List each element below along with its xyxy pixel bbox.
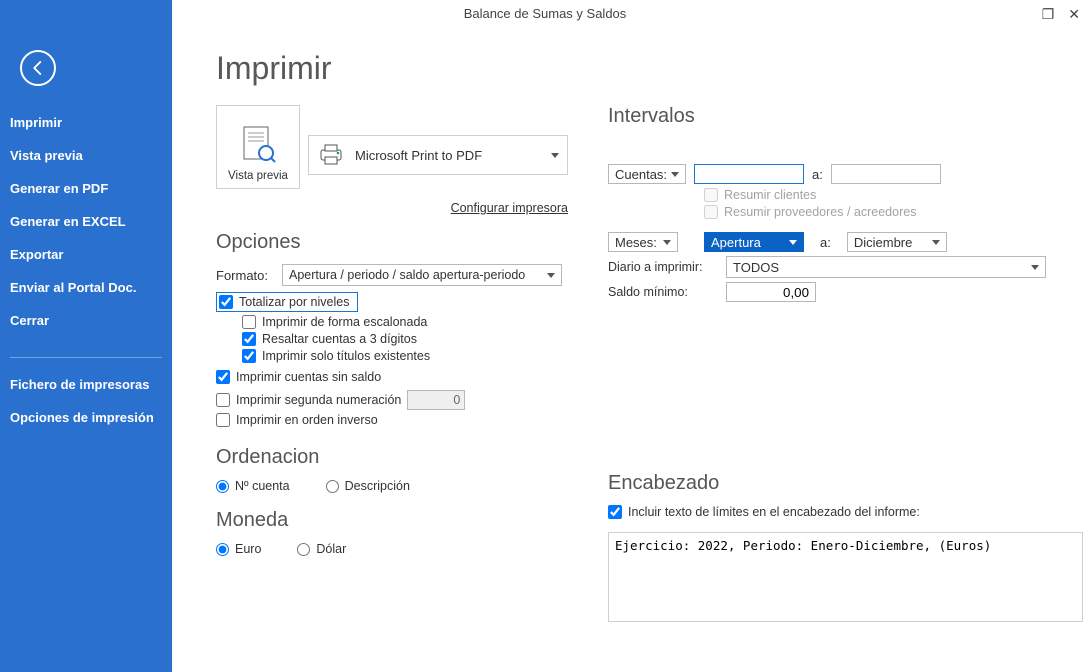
sidebar-item[interactable]: Enviar al Portal Doc. (0, 271, 172, 304)
mes-hasta-select[interactable]: Diciembre (847, 232, 947, 252)
meses-label: Meses: (615, 235, 657, 250)
print-preview-button[interactable]: Vista previa (216, 105, 300, 189)
meses-combo[interactable]: Meses: (608, 232, 678, 252)
arrow-left-icon (29, 59, 47, 77)
moneda-dolar-radio[interactable]: Dólar (297, 542, 346, 556)
sidebar-item[interactable]: Imprimir (0, 106, 172, 139)
sidebar-item[interactable]: Cerrar (0, 304, 172, 337)
chevron-down-icon (671, 172, 679, 177)
configure-printer-link[interactable]: Configurar impresora (216, 201, 568, 215)
a-label: a: (812, 167, 823, 182)
encabezado-textarea[interactable] (608, 532, 1083, 622)
page-preview-icon (240, 122, 276, 170)
formato-select[interactable]: Apertura / periodo / saldo apertura-peri… (282, 264, 562, 286)
section-moneda: Moneda (216, 509, 568, 532)
moneda-opt1-label: Euro (235, 542, 261, 556)
sidebar-item[interactable]: Vista previa (0, 139, 172, 172)
cuentas-combo[interactable]: Cuentas: (608, 164, 686, 184)
chevron-down-icon (789, 240, 797, 245)
sin-saldo-label: Imprimir cuentas sin saldo (236, 370, 381, 384)
totalizar-highlight: Totalizar por niveles (216, 292, 358, 312)
back-button[interactable] (20, 50, 56, 86)
a-label-2: a: (820, 235, 831, 250)
resumir-prov-label: Resumir proveedores / acreedores (724, 205, 916, 219)
totalizar-label: Totalizar por niveles (239, 295, 349, 309)
section-encabezado: Encabezado (608, 472, 1083, 495)
ord-opt1-label: Nº cuenta (235, 479, 290, 493)
diario-value: TODOS (733, 260, 779, 275)
preview-label: Vista previa (228, 170, 288, 182)
sidebar-item[interactable]: Exportar (0, 238, 172, 271)
escalonada-label: Imprimir de forma escalonada (262, 315, 427, 329)
chevron-down-icon (551, 153, 559, 158)
chevron-down-icon (932, 240, 940, 245)
segunda-num-checkbox[interactable]: Imprimir segunda numeración (216, 393, 401, 407)
sidebar-item[interactable]: Generar en EXCEL (0, 205, 172, 238)
sidebar-item[interactable]: Generar en PDF (0, 172, 172, 205)
saldo-min-input[interactable] (726, 282, 816, 302)
formato-label: Formato: (216, 268, 276, 283)
segunda-num-input[interactable] (407, 390, 465, 410)
diario-label: Diario a imprimir: (608, 260, 718, 274)
solo-titulos-checkbox[interactable]: Imprimir solo títulos existentes (242, 349, 430, 363)
ordenacion-cuenta-radio[interactable]: Nº cuenta (216, 479, 290, 493)
resaltar3-label: Resaltar cuentas a 3 dígitos (262, 332, 417, 346)
incluir-limites-label: Incluir texto de límites en el encabezad… (628, 505, 920, 519)
resumir-prov-checkbox: Resumir proveedores / acreedores (704, 205, 916, 219)
resaltar3-checkbox[interactable]: Resaltar cuentas a 3 dígitos (242, 332, 417, 346)
chevron-down-icon (547, 273, 555, 278)
resumir-clientes-checkbox: Resumir clientes (704, 188, 816, 202)
printer-icon (317, 144, 345, 166)
sidebar-separator (10, 357, 162, 358)
orden-inverso-checkbox[interactable]: Imprimir en orden inverso (216, 413, 378, 427)
section-ordenacion: Ordenacion (216, 446, 568, 469)
resumir-clientes-label: Resumir clientes (724, 188, 816, 202)
totalizar-checkbox[interactable]: Totalizar por niveles (219, 295, 349, 309)
saldo-min-label: Saldo mínimo: (608, 285, 718, 299)
mes-desde-value: Apertura (711, 235, 761, 250)
mes-desde-select[interactable]: Apertura (704, 232, 804, 252)
chevron-down-icon (1031, 265, 1039, 270)
section-opciones: Opciones (216, 231, 568, 254)
orden-inverso-label: Imprimir en orden inverso (236, 413, 378, 427)
sidebar-footer-item[interactable]: Fichero de impresoras (0, 368, 172, 401)
page-title: Imprimir (216, 50, 1070, 87)
cuentas-desde-input[interactable] (694, 164, 804, 184)
sin-saldo-checkbox[interactable]: Imprimir cuentas sin saldo (216, 370, 381, 384)
ordenacion-descripcion-radio[interactable]: Descripción (326, 479, 410, 493)
ord-opt2-label: Descripción (345, 479, 410, 493)
cuentas-hasta-input[interactable] (831, 164, 941, 184)
printer-selector[interactable]: Microsoft Print to PDF (308, 135, 568, 175)
moneda-opt2-label: Dólar (316, 542, 346, 556)
mes-hasta-value: Diciembre (854, 235, 913, 250)
sidebar: Imprimir Vista previa Generar en PDF Gen… (0, 0, 172, 672)
cuentas-label: Cuentas: (615, 167, 667, 182)
printer-name: Microsoft Print to PDF (355, 148, 482, 163)
formato-value: Apertura / periodo / saldo apertura-peri… (289, 268, 525, 282)
sidebar-footer-item[interactable]: Opciones de impresión (0, 401, 172, 434)
escalonada-checkbox[interactable]: Imprimir de forma escalonada (242, 315, 427, 329)
solo-titulos-label: Imprimir solo títulos existentes (262, 349, 430, 363)
segunda-num-label: Imprimir segunda numeración (236, 393, 401, 407)
section-intervalos: Intervalos (608, 105, 1083, 128)
incluir-limites-checkbox[interactable]: Incluir texto de límites en el encabezad… (608, 505, 920, 519)
moneda-euro-radio[interactable]: Euro (216, 542, 261, 556)
chevron-down-icon (663, 240, 671, 245)
diario-select[interactable]: TODOS (726, 256, 1046, 278)
